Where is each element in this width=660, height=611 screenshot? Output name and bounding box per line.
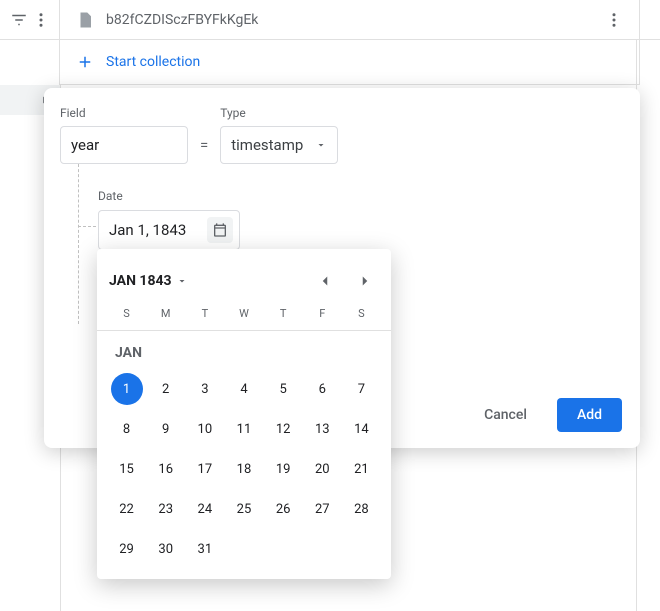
field-type-value: timestamp bbox=[231, 136, 303, 154]
calendar-day[interactable]: 12 bbox=[267, 413, 299, 445]
calendar-day[interactable]: 24 bbox=[189, 493, 221, 525]
sub-header-row: Start collection bbox=[0, 40, 660, 85]
topbar: b82fCZDISczFBYFkKgEk bbox=[0, 0, 660, 40]
calendar-day[interactable]: 5 bbox=[267, 373, 299, 405]
calendar-day[interactable]: 19 bbox=[267, 453, 299, 485]
calendar-prev-month[interactable] bbox=[311, 267, 339, 295]
calendar-dow-cell: F bbox=[303, 307, 342, 320]
calendar-day[interactable]: 30 bbox=[150, 533, 182, 565]
calendar-day[interactable]: 7 bbox=[345, 373, 377, 405]
calendar-day[interactable]: 29 bbox=[111, 533, 143, 565]
calendar-day[interactable]: 2 bbox=[150, 373, 182, 405]
start-collection-label: Start collection bbox=[106, 54, 200, 70]
calendar-day[interactable]: 20 bbox=[306, 453, 338, 485]
date-label: Date bbox=[98, 189, 123, 203]
dropdown-icon bbox=[315, 139, 327, 151]
calendar-popover: JAN 1843 SMTWTFS JAN 1234567891011121314… bbox=[97, 249, 391, 579]
chevron-right-icon bbox=[356, 272, 374, 290]
document-icon bbox=[76, 11, 94, 29]
calendar-dow-cell: W bbox=[224, 307, 263, 320]
document-id: b82fCZDISczFBYFkKgEk bbox=[106, 12, 258, 28]
calendar-day[interactable]: 23 bbox=[150, 493, 182, 525]
calendar-dow-cell: M bbox=[146, 307, 185, 320]
calendar-day[interactable]: 4 bbox=[228, 373, 260, 405]
filter-icon[interactable] bbox=[10, 11, 28, 29]
left-tools bbox=[0, 0, 60, 39]
chevron-left-icon bbox=[316, 272, 334, 290]
cancel-button[interactable]: Cancel bbox=[474, 399, 537, 431]
add-button[interactable]: Add bbox=[557, 398, 622, 432]
calendar-dow-cell: S bbox=[342, 307, 381, 320]
calendar-day[interactable]: 10 bbox=[189, 413, 221, 445]
calendar-day[interactable]: 18 bbox=[228, 453, 260, 485]
calendar-day[interactable]: 13 bbox=[306, 413, 338, 445]
start-collection-button[interactable]: Start collection bbox=[76, 53, 200, 71]
field-type-select[interactable]: timestamp bbox=[220, 126, 338, 164]
calendar-next-month[interactable] bbox=[351, 267, 379, 295]
calendar-day[interactable]: 17 bbox=[189, 453, 221, 485]
calendar-day[interactable]: 28 bbox=[345, 493, 377, 525]
calendar-month-year: JAN 1843 bbox=[109, 273, 172, 289]
field-name-label: Field bbox=[60, 106, 188, 120]
calendar-month-select[interactable]: JAN 1843 bbox=[109, 273, 188, 289]
field-type-label: Type bbox=[220, 106, 338, 120]
calendar-day[interactable]: 15 bbox=[111, 453, 143, 485]
calendar-day[interactable]: 26 bbox=[267, 493, 299, 525]
calendar-day[interactable]: 3 bbox=[189, 373, 221, 405]
calendar-day[interactable]: 9 bbox=[150, 413, 182, 445]
calendar-day[interactable]: 11 bbox=[228, 413, 260, 445]
calendar-day[interactable]: 27 bbox=[306, 493, 338, 525]
date-value: Jan 1, 1843 bbox=[109, 221, 186, 239]
document-header: b82fCZDISczFBYFkKgEk bbox=[60, 0, 640, 39]
calendar-day[interactable]: 6 bbox=[306, 373, 338, 405]
calendar-day[interactable]: 21 bbox=[345, 453, 377, 485]
calendar-day[interactable]: 8 bbox=[111, 413, 143, 445]
calendar-day-grid: 1234567891011121314151617181920212223242… bbox=[97, 365, 391, 565]
calendar-month-short: JAN bbox=[97, 331, 391, 365]
doc-more-vert-icon[interactable] bbox=[605, 11, 623, 29]
plus-icon bbox=[76, 53, 94, 71]
more-vert-icon[interactable] bbox=[32, 11, 50, 29]
calendar-day[interactable]: 14 bbox=[345, 413, 377, 445]
calendar-day[interactable]: 25 bbox=[228, 493, 260, 525]
calendar-dow-cell: T bbox=[264, 307, 303, 320]
field-name-input[interactable] bbox=[60, 126, 188, 164]
calendar-dow-cell: S bbox=[107, 307, 146, 320]
calendar-day[interactable]: 16 bbox=[150, 453, 182, 485]
calendar-dow-cell: T bbox=[185, 307, 224, 320]
calendar-days-of-week: SMTWTFS bbox=[97, 303, 391, 331]
calendar-day[interactable]: 22 bbox=[111, 493, 143, 525]
dropdown-icon bbox=[176, 275, 188, 287]
calendar-icon[interactable] bbox=[207, 217, 233, 243]
equals-sign: = bbox=[200, 136, 208, 164]
calendar-day[interactable]: 31 bbox=[189, 533, 221, 565]
calendar-day[interactable]: 1 bbox=[111, 373, 143, 405]
date-input[interactable]: Jan 1, 1843 bbox=[98, 210, 240, 250]
